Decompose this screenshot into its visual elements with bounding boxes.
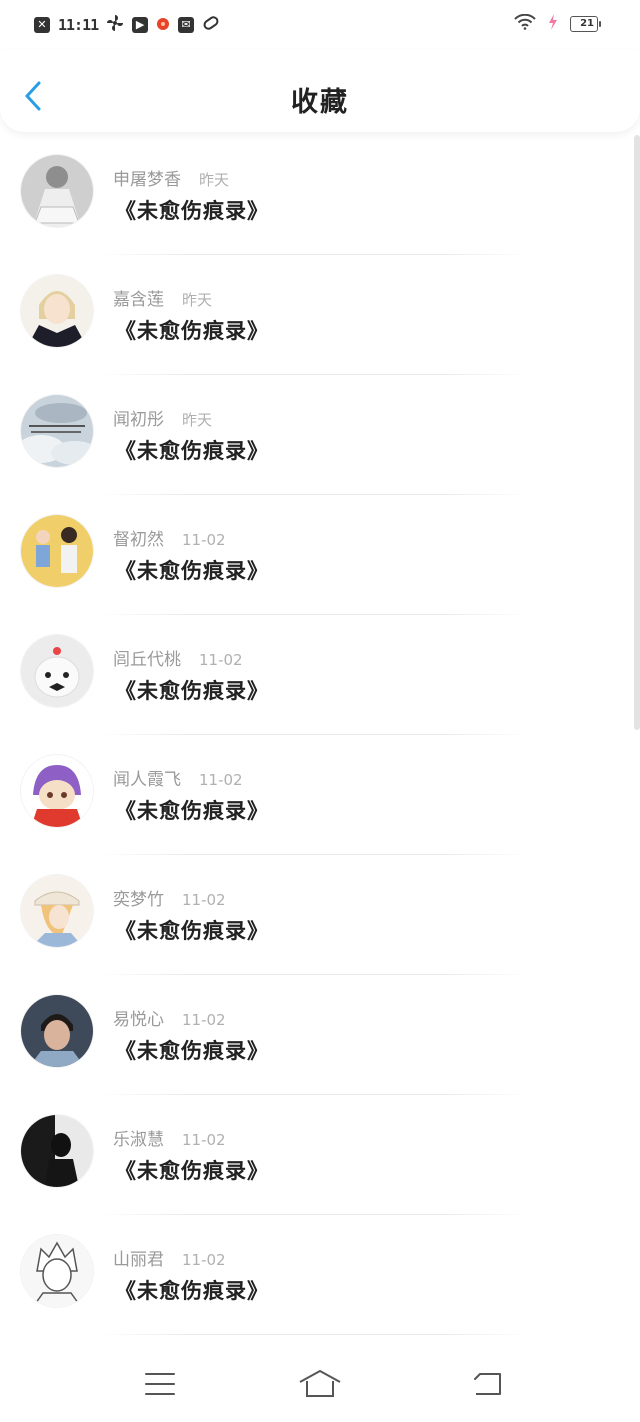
book-title: 《未愈伤痕录》 xyxy=(115,919,269,943)
item-time: 11-02 xyxy=(199,771,243,789)
item-meta: 申屠梦香 昨天 xyxy=(113,165,229,190)
list-item[interactable]: 易悦心 11-02 《未愈伤痕录》 xyxy=(0,975,640,1095)
user-name: 乐淑慧 xyxy=(113,1130,164,1150)
page-title: 收藏 xyxy=(291,87,349,118)
app-badge-icon xyxy=(156,16,170,35)
list-item[interactable]: 督初然 11-02 《未愈伤痕录》 xyxy=(0,495,640,615)
avatar xyxy=(21,275,93,347)
mail-box-icon: ✉ xyxy=(178,17,195,33)
list-item[interactable]: 奕梦竹 11-02 《未愈伤痕录》 xyxy=(0,855,640,975)
menu-button[interactable] xyxy=(138,1364,182,1404)
user-name: 奕梦竹 xyxy=(113,890,164,910)
list-item[interactable]: 乐淑慧 11-02 《未愈伤痕录》 xyxy=(0,1095,640,1215)
item-meta: 嘉含莲 昨天 xyxy=(113,285,212,310)
list-item[interactable]: 闻人霞飞 11-02 《未愈伤痕录》 xyxy=(0,735,640,855)
avatar xyxy=(21,1115,93,1187)
favorites-list: 申屠梦香 昨天 《未愈伤痕录》 嘉含莲 昨天 《未愈伤痕录》 闻初彤 昨天 《未… xyxy=(0,135,640,1335)
back-nav-button[interactable] xyxy=(466,1364,510,1404)
item-time: 11-02 xyxy=(182,891,226,909)
close-box-icon: ✕ xyxy=(34,17,50,33)
item-meta: 闾丘代桃 11-02 xyxy=(113,645,243,670)
item-meta: 山丽君 11-02 xyxy=(113,1245,226,1270)
status-bar-right: 21 xyxy=(514,13,601,34)
status-bar: ✕ 11:11 ▶ ✉ 21 xyxy=(0,0,640,50)
status-bar-left: ✕ 11:11 ▶ ✉ xyxy=(34,14,220,36)
user-name: 闻人霞飞 xyxy=(113,770,181,790)
item-time: 11-02 xyxy=(182,1251,226,1269)
home-icon xyxy=(299,1370,341,1397)
list-item[interactable]: 嘉含莲 昨天 《未愈伤痕录》 xyxy=(0,255,640,375)
book-title: 《未愈伤痕录》 xyxy=(115,1039,269,1063)
item-time: 11-02 xyxy=(199,651,243,669)
header-bar: 收藏 xyxy=(0,50,640,132)
avatar xyxy=(21,1235,93,1307)
avatar xyxy=(21,515,93,587)
item-meta: 闻初彤 昨天 xyxy=(113,405,212,430)
status-time: 11:11 xyxy=(58,16,99,34)
list-item[interactable]: 闾丘代桃 11-02 《未愈伤痕录》 xyxy=(0,615,640,735)
item-meta: 闻人霞飞 11-02 xyxy=(113,765,243,790)
item-time: 昨天 xyxy=(199,171,230,189)
home-button[interactable] xyxy=(298,1364,342,1404)
user-name: 易悦心 xyxy=(113,1010,164,1030)
avatar xyxy=(21,395,93,467)
user-name: 闻初彤 xyxy=(113,410,164,430)
avatar xyxy=(21,635,93,707)
pill-icon xyxy=(202,14,220,36)
item-time: 11-02 xyxy=(182,1131,226,1149)
book-title: 《未愈伤痕录》 xyxy=(115,1159,269,1183)
item-meta: 督初然 11-02 xyxy=(113,525,226,550)
user-name: 山丽君 xyxy=(113,1250,164,1270)
user-name: 申屠梦香 xyxy=(113,170,181,190)
list-item[interactable]: 山丽君 11-02 《未愈伤痕录》 xyxy=(0,1215,640,1335)
book-title: 《未愈伤痕录》 xyxy=(115,559,269,583)
item-time: 11-02 xyxy=(182,1011,226,1029)
list-item[interactable]: 申屠梦香 昨天 《未愈伤痕录》 xyxy=(0,135,640,255)
back-icon xyxy=(474,1373,501,1395)
fan-icon xyxy=(106,14,124,36)
avatar xyxy=(21,875,93,947)
list-item[interactable]: 闻初彤 昨天 《未愈伤痕录》 xyxy=(0,375,640,495)
book-title: 《未愈伤痕录》 xyxy=(115,439,269,463)
book-title: 《未愈伤痕录》 xyxy=(115,319,269,343)
item-time: 11-02 xyxy=(182,531,226,549)
menu-icon xyxy=(145,1373,175,1395)
item-meta: 乐淑慧 11-02 xyxy=(113,1125,226,1150)
item-meta: 奕梦竹 11-02 xyxy=(113,885,226,910)
scrollbar[interactable] xyxy=(634,135,640,730)
avatar xyxy=(21,755,93,827)
battery-icon: 21 xyxy=(570,16,601,32)
item-time: 昨天 xyxy=(182,411,213,429)
book-title: 《未愈伤痕录》 xyxy=(115,199,269,223)
book-title: 《未愈伤痕录》 xyxy=(115,679,269,703)
book-title: 《未愈伤痕录》 xyxy=(115,799,269,823)
avatar xyxy=(21,155,93,227)
user-name: 嘉含莲 xyxy=(113,290,164,310)
charging-bolt-icon xyxy=(548,14,558,34)
item-meta: 易悦心 11-02 xyxy=(113,1005,226,1030)
wifi-icon xyxy=(514,13,536,34)
play-box-icon: ▶ xyxy=(132,17,149,33)
system-nav-bar xyxy=(0,1350,640,1422)
avatar xyxy=(21,995,93,1067)
user-name: 闾丘代桃 xyxy=(113,650,181,670)
book-title: 《未愈伤痕录》 xyxy=(115,1279,269,1303)
item-time: 昨天 xyxy=(182,291,213,309)
user-name: 督初然 xyxy=(113,530,164,550)
